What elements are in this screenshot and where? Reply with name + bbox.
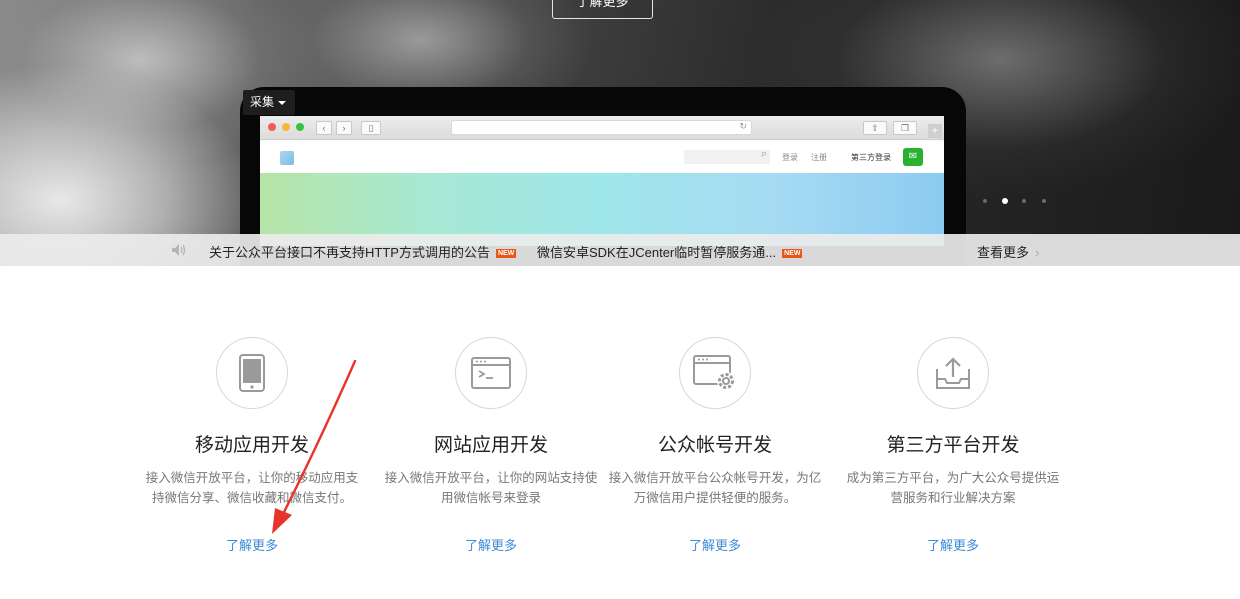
share-icon: ⇪ [863, 121, 887, 135]
wechat-logo-icon: ✉ [903, 148, 923, 166]
new-tab-icon: + [928, 124, 942, 138]
hero-learn-more-button[interactable]: 了解更多 [552, 0, 653, 19]
carousel-dot[interactable] [983, 199, 987, 203]
carousel-dot[interactable] [1022, 199, 1026, 203]
learn-more-link[interactable]: 了解更多 [838, 535, 1068, 554]
carousel-dot[interactable] [1042, 199, 1046, 203]
mock-register-link: 注册 [811, 153, 827, 162]
learn-more-link[interactable]: 了解更多 [137, 535, 367, 554]
address-bar: ↻ [451, 120, 752, 135]
new-badge: NEW [782, 249, 803, 258]
notice-item[interactable]: 关于公众平台接口不再支持HTTP方式调用的公告 NEW [209, 242, 517, 261]
search-icon: ⌕ [760, 148, 767, 160]
chevron-right-icon: › [1035, 245, 1040, 260]
feature-desc: 成为第三方平台，为广大公众号提供运营服务和行业解决方案 [846, 471, 1060, 505]
collect-button[interactable]: 采集 [243, 90, 295, 115]
collect-label: 采集 [250, 95, 275, 109]
mock-search-box: ⌕ [684, 148, 770, 164]
notice-text: 关于公众平台接口不再支持HTTP方式调用的公告 [209, 245, 490, 260]
speaker-icon [172, 244, 186, 256]
feature-icon-circle [216, 337, 288, 409]
mock-site-header: ⌕ 登录 注册 第三方登录 ✉ [260, 141, 944, 173]
hero-banner: 了解更多 采集 ‹ › ▯ ↻ ⇪ ❐ + ⌕ 登录 注册 第三方登录 ✉ [0, 0, 1240, 266]
feature-official-account: 公众帐号开发 接入微信开放平台公众帐号开发，为亿万微信用户提供轻便的服务。 了解… [600, 337, 830, 553]
caret-down-icon [278, 100, 287, 105]
close-dot-icon [268, 123, 276, 131]
browser-toolbar: ‹ › ▯ ↻ ⇪ ❐ + [260, 116, 944, 140]
feature-title: 公众帐号开发 [657, 435, 772, 456]
feature-title: 第三方平台开发 [886, 435, 1020, 456]
learn-more-link[interactable]: 了解更多 [376, 535, 606, 554]
notice-item[interactable]: 微信安卓SDK在JCenter临时暂停服务通... NEW [537, 242, 803, 261]
minimize-dot-icon [282, 123, 290, 131]
feature-title: 网站应用开发 [433, 435, 548, 456]
feature-third-party-platform: 第三方平台开发 成为第三方平台，为广大公众号提供运营服务和行业解决方案 了解更多 [838, 337, 1068, 553]
view-more-label: 查看更多 [977, 245, 1030, 260]
maximize-dot-icon [296, 123, 304, 131]
reload-icon: ↻ [739, 121, 747, 131]
mock-login-link: 登录 [782, 153, 798, 162]
upload-tray-icon [936, 357, 970, 389]
feature-desc: 接入微信开放平台，让你的移动应用支持微信分享、微信收藏和微信支付。 [145, 471, 359, 505]
feature-mobile-app: 移动应用开发 接入微信开放平台，让你的移动应用支持微信分享、微信收藏和微信支付。… [137, 337, 367, 553]
browser-mockup: ‹ › ▯ ↻ ⇪ ❐ + ⌕ 登录 注册 第三方登录 ✉ [260, 116, 944, 246]
feature-title: 移动应用开发 [194, 435, 309, 456]
terminal-window-icon [471, 357, 511, 389]
forward-icon: › [336, 121, 352, 135]
feature-icon-circle [679, 337, 751, 409]
back-icon: ‹ [316, 121, 332, 135]
mobile-phone-icon [239, 354, 265, 392]
feature-website-app: 网站应用开发 接入微信开放平台，让你的网站支持使用微信帐号来登录 了解更多 [376, 337, 606, 553]
new-badge: NEW [495, 249, 517, 258]
feature-icon-circle [917, 337, 989, 409]
window-gear-icon [693, 355, 735, 390]
carousel-dot-active[interactable] [1002, 198, 1008, 204]
learn-more-link[interactable]: 了解更多 [600, 535, 830, 554]
mock-third-party-login: 第三方登录 [851, 153, 891, 162]
notice-text: 微信安卓SDK在JCenter临时暂停服务通... [537, 245, 777, 260]
feature-icon-circle [455, 337, 527, 409]
notice-bar: 关于公众平台接口不再支持HTTP方式调用的公告 NEW 微信安卓SDK在JCent… [0, 234, 1240, 266]
site-logo-icon [280, 151, 294, 165]
tabs-icon: ❐ [893, 121, 917, 135]
feature-desc: 接入微信开放平台公众帐号开发，为亿万微信用户提供轻便的服务。 [608, 471, 822, 505]
sidebar-icon: ▯ [361, 121, 381, 135]
view-more-link[interactable]: 查看更多 › [977, 242, 1039, 261]
feature-desc: 接入微信开放平台，让你的网站支持使用微信帐号来登录 [384, 471, 598, 505]
